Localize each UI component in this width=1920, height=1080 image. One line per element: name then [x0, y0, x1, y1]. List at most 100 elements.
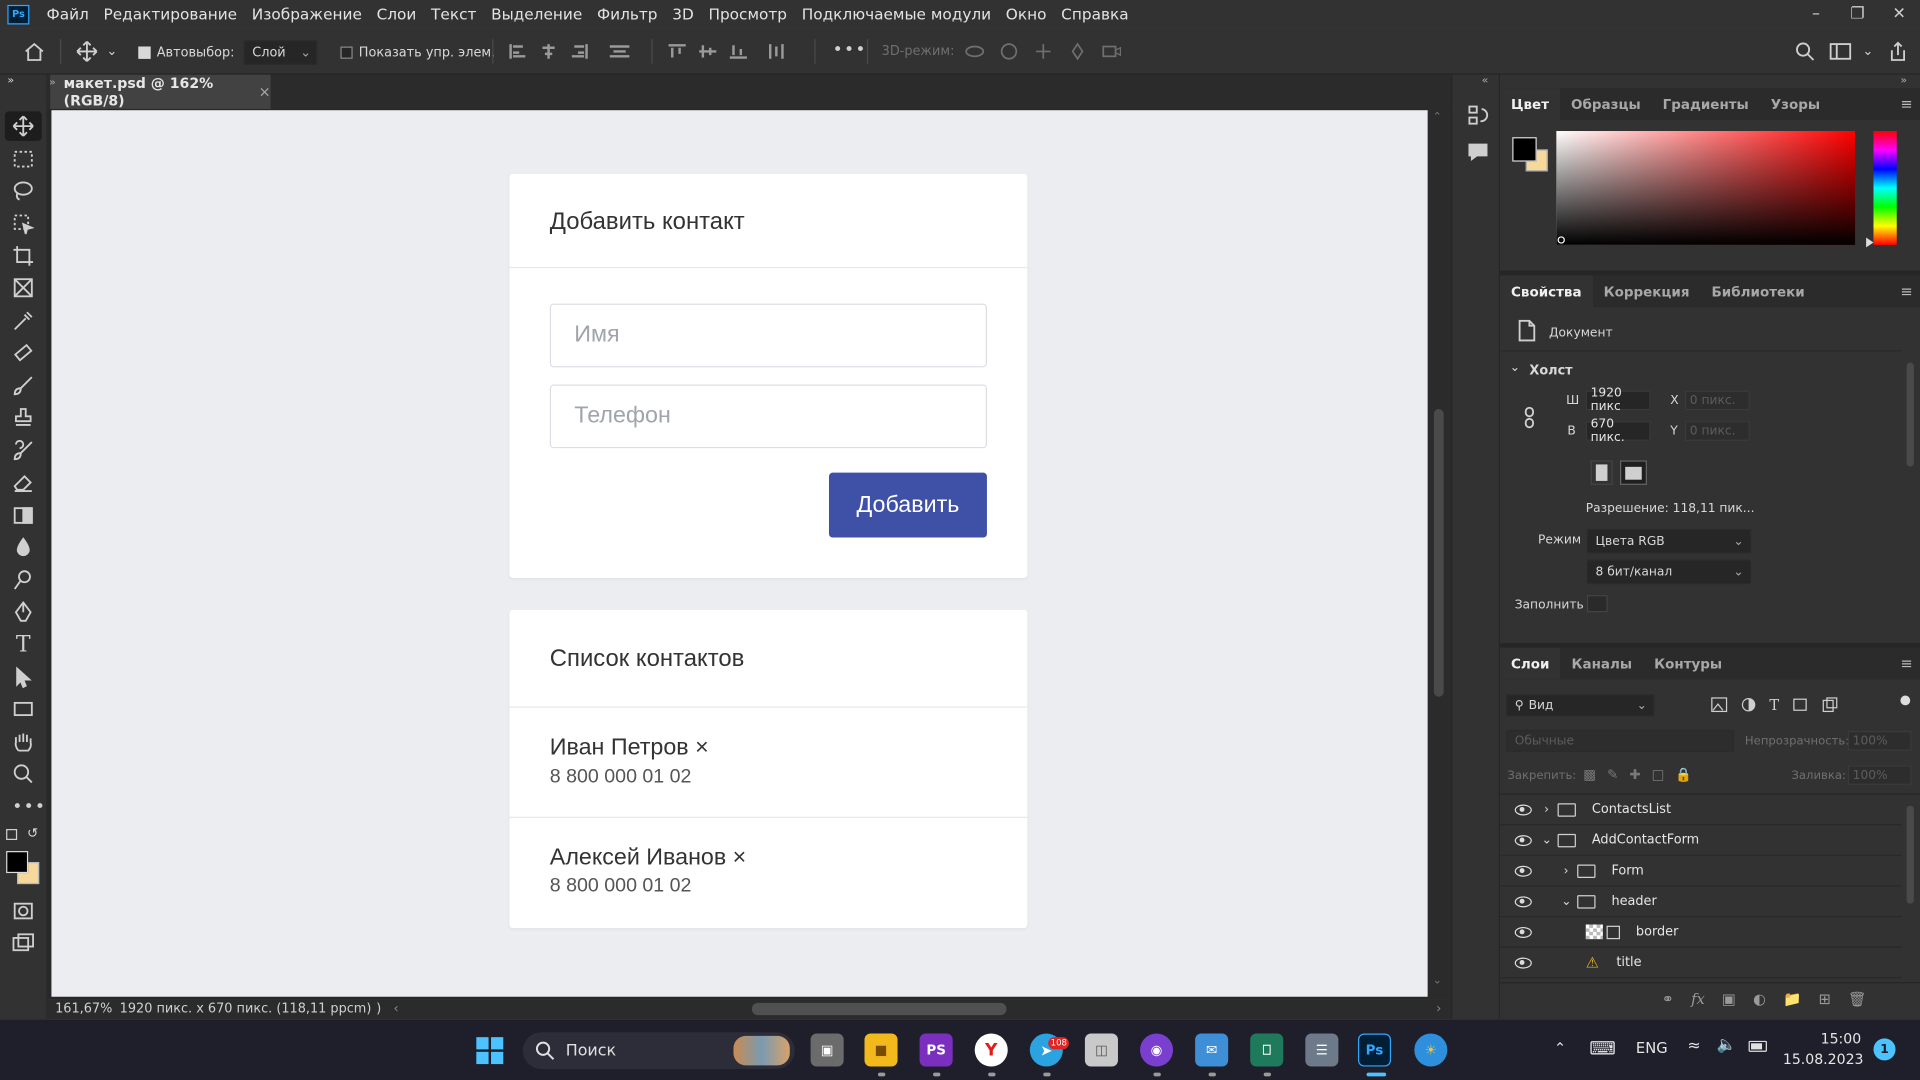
color-mode-select[interactable]: Цвета RGB ⌄	[1586, 528, 1752, 554]
eye-icon[interactable]	[1514, 803, 1532, 815]
chevron-down-icon[interactable]: ⌄	[1561, 894, 1571, 907]
move-tool-icon[interactable]	[75, 39, 99, 63]
lock-transparency-icon[interactable]: ▩	[1583, 767, 1596, 783]
layer-row-border[interactable]: border	[1500, 917, 1902, 948]
panel-menu-icon[interactable]: ≡	[1900, 96, 1912, 113]
align-bottom-icon[interactable]	[729, 43, 749, 60]
lock-all-icon[interactable]: 🔒	[1675, 767, 1692, 783]
horizontal-scroll-thumb[interactable]	[751, 1002, 1007, 1016]
tab-adjustments[interactable]: Коррекция	[1593, 276, 1701, 308]
collapse-panels-right-icon[interactable]: »	[1900, 75, 1907, 87]
filter-toggle[interactable]	[1900, 695, 1911, 706]
swap-colors-icon[interactable]: ↺	[27, 825, 38, 841]
y-input[interactable]: 0 пикс.	[1684, 421, 1750, 441]
eyedropper-tool-icon[interactable]	[10, 309, 37, 333]
dodge-tool-icon[interactable]	[10, 568, 37, 592]
link-dimensions-icon[interactable]	[1521, 405, 1538, 429]
search-icon[interactable]	[1793, 39, 1817, 63]
lock-artboard-icon[interactable]: □	[1652, 767, 1665, 783]
filter-shape-icon[interactable]	[1791, 697, 1808, 713]
height-input[interactable]: 670 пикс.	[1585, 418, 1651, 444]
history-brush-icon[interactable]	[10, 438, 37, 462]
windows-start-icon[interactable]	[473, 1033, 506, 1066]
eraser-tool-icon[interactable]	[10, 470, 37, 494]
scroll-right-icon[interactable]: ›	[1436, 1002, 1441, 1017]
chevron-up-icon[interactable]: ⌃	[1554, 1040, 1566, 1057]
document-canvas[interactable]: Добавить контакт Имя Телефон Добавить Сп…	[51, 110, 1428, 997]
eye-icon[interactable]	[1514, 926, 1532, 938]
comments-panel-icon[interactable]	[1465, 138, 1492, 165]
task-view-icon[interactable]: ▣	[810, 1033, 844, 1067]
menu-filter[interactable]: Фильтр	[590, 5, 665, 23]
menu-file[interactable]: Файл	[39, 5, 96, 23]
tab-color[interactable]: Цвет	[1500, 88, 1561, 121]
bit-depth-select[interactable]: 8 бит/канал ⌄	[1586, 559, 1752, 585]
doc-info-arrow[interactable]: )	[376, 1002, 381, 1017]
notification-badge[interactable]: 1	[1873, 1038, 1896, 1061]
name-input[interactable]: Имя	[549, 303, 987, 368]
filter-adjustment-icon[interactable]	[1740, 697, 1757, 713]
layer-row-title[interactable]: ⚠ title	[1500, 948, 1902, 979]
notepad-icon[interactable]: ☰	[1305, 1033, 1339, 1067]
align-middle-icon[interactable]	[698, 43, 718, 60]
add-contact-button[interactable]: Добавить	[828, 472, 987, 538]
object-select-tool-icon[interactable]	[10, 212, 37, 236]
yandex-browser-icon[interactable]: Y	[974, 1033, 1008, 1067]
history-panel-icon[interactable]	[1465, 102, 1492, 129]
fill-opacity-input[interactable]: 100%	[1847, 765, 1912, 785]
scroll-thumb[interactable]	[1433, 408, 1444, 697]
new-group-icon[interactable]: 📁	[1783, 991, 1801, 1008]
3d-pan-icon[interactable]	[1032, 42, 1054, 62]
zoom-level[interactable]: 161,67%	[55, 1002, 112, 1017]
blur-tool-icon[interactable]	[10, 535, 37, 559]
new-layer-icon[interactable]: ⊞	[1818, 991, 1830, 1008]
eye-icon[interactable]	[1514, 956, 1532, 968]
file-explorer-icon[interactable]: ■	[864, 1033, 898, 1067]
color-picker-cursor[interactable]	[1557, 236, 1565, 244]
menu-help[interactable]: Справка	[1054, 5, 1136, 23]
language-indicator[interactable]: ENG	[1636, 1040, 1668, 1057]
chevron-down-icon[interactable]: ⌄	[107, 44, 118, 59]
tab-channels[interactable]: Каналы	[1561, 648, 1644, 680]
menu-layers[interactable]: Слои	[369, 5, 423, 23]
edit-toolbar-icon[interactable]: •••	[12, 797, 46, 817]
volume-icon[interactable]: 🔈	[1717, 1036, 1737, 1054]
3d-slide-icon[interactable]	[1067, 42, 1089, 62]
document-tab[interactable]: макет.psd @ 162% (RGB/8) ×	[50, 74, 271, 109]
gradient-tool-icon[interactable]	[10, 503, 37, 527]
align-center-h-icon[interactable]	[539, 43, 559, 60]
menu-window[interactable]: Окно	[998, 5, 1053, 23]
tab-gradients[interactable]: Градиенты	[1652, 88, 1760, 120]
landscape-orientation-icon[interactable]	[1620, 460, 1647, 485]
github-desktop-icon[interactable]: ◉	[1140, 1033, 1174, 1067]
color-picker-field[interactable]	[1556, 131, 1856, 245]
wifi-icon[interactable]: ≈	[1687, 1037, 1700, 1055]
weather-icon[interactable]: ☀	[1414, 1033, 1448, 1067]
width-input[interactable]: 1920 пикс	[1585, 387, 1651, 414]
eye-icon[interactable]	[1514, 895, 1532, 907]
phone-input[interactable]: Телефон	[549, 384, 987, 449]
terminal-icon[interactable]: ⎕	[1250, 1033, 1284, 1067]
layer-row-contactslist[interactable]: › ContactsList	[1500, 795, 1902, 826]
distribute-icon[interactable]	[607, 43, 631, 60]
show-transform-checkbox[interactable]	[340, 46, 353, 59]
layer-row-form[interactable]: › Form	[1500, 856, 1902, 887]
screen-mode-icon[interactable]	[10, 931, 37, 955]
chevron-down-icon[interactable]: ⌄	[1862, 44, 1873, 59]
layer-row-header[interactable]: ⌄ header	[1500, 887, 1902, 918]
collapse-strip-icon[interactable]: «	[1482, 75, 1489, 87]
panel-menu-icon[interactable]: ≡	[1900, 283, 1912, 300]
clock[interactable]: 15:00 15.08.2023	[1783, 1029, 1864, 1071]
delete-layer-icon[interactable]: 🗑	[1848, 991, 1867, 1008]
mail-icon[interactable]: ✉	[1195, 1033, 1229, 1067]
autoselect-target-select[interactable]: Слой ⌄	[243, 40, 318, 65]
photoshop-taskbar-icon[interactable]: Ps	[1357, 1033, 1392, 1067]
align-right-icon[interactable]	[569, 43, 589, 60]
layer-filter-select[interactable]: ⚲ Вид ⌄	[1506, 694, 1655, 717]
layers-scrollbar[interactable]	[1906, 805, 1914, 904]
collapse-panels-icon[interactable]: »	[49, 77, 56, 89]
menu-view[interactable]: Просмотр	[701, 5, 794, 23]
foreground-color-swatch[interactable]	[1512, 137, 1537, 162]
home-icon[interactable]	[21, 39, 48, 63]
3d-orbit-icon[interactable]	[964, 42, 986, 62]
